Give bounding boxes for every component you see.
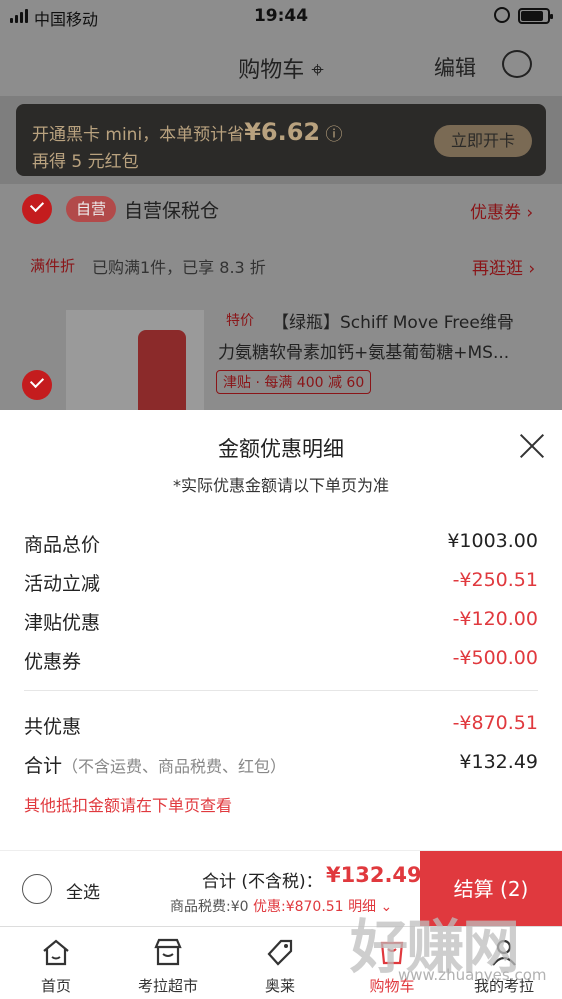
tab-supermarket[interactable]: 考拉超市 [112,927,224,999]
tab-label: 考拉超市 [137,977,198,995]
tab-label: 奥莱 [264,977,295,995]
product-title-line2[interactable]: 力氨糖软骨素加钙+氨基葡萄糖+MS... [218,338,548,363]
total-discount-value: -¥870.51 [452,712,538,734]
sheet-subtitle: *实际优惠金额请以下单页为准 [172,476,389,495]
discount-rule-tag: 满件折 [30,257,76,275]
nav-bar: 购物车 ⌖ 编辑 [0,34,562,96]
home-icon [43,939,69,966]
store-name[interactable]: 自营保税仓 [124,196,219,223]
select-all-label[interactable]: 全选 [66,878,100,903]
row-label: 优惠券 [24,651,82,673]
subtotal-row: 合计（不含运费、商品税费、红包） [24,751,286,778]
tab-outlet[interactable]: 奥莱 [224,927,336,999]
black-card-promo: 开通黑卡 mini，本单预计省¥6.62 ⓘ 再得 5 元红包 立即开卡 [16,104,546,176]
discount-detail-sheet: 金额优惠明细 *实际优惠金额请以下单页为准 商品总价 ¥1003.00 活动立减… [0,410,562,850]
promo-amount: ¥6.62 [244,118,321,146]
page-title: 购物车 ⌖ [0,52,562,84]
store-icon [154,938,182,966]
divider [24,690,538,691]
total-discount-label: 共优惠 [24,716,82,738]
promo-line2: 再得 5 元红包 [32,152,139,172]
tax-text: 商品税费:¥0 [170,899,249,915]
discount-rule-text: 已购满1件，已享 8.3 折 [92,258,266,277]
product-bottle-image [138,330,186,410]
store-checkbox[interactable] [22,194,52,224]
subtotal-note: （不含运费、商品税费、红包） [62,757,287,776]
special-price-badge: 特价 [226,313,254,329]
promo-line1: 开通黑卡 mini，本单预计省¥6.62 ⓘ [32,118,343,146]
shop-more-link[interactable]: 再逛逛 › [472,254,535,279]
other-deduction-note: 其他抵扣金额请在下单页查看 [24,796,233,815]
row-label: 津贴优惠 [24,612,101,634]
product-checkbox[interactable] [22,370,52,400]
watermark-url: www.zhuanyes.com [398,966,547,984]
row-label: 商品总价 [24,534,101,556]
status-bar: 中国移动 19:44 [0,0,562,34]
help-icon[interactable]: ⓘ [326,125,343,145]
row-label: 活动立减 [24,573,101,595]
self-operated-badge: 自营 [66,196,116,222]
product-title[interactable]: 【绿瓶】Schiff Move Free维骨 [272,308,542,338]
battery-level [521,11,544,21]
tab-label: 首页 [40,977,71,995]
page-title-text: 购物车 [238,58,305,83]
tab-home[interactable]: 首页 [0,927,112,999]
promo-prefix: 开通黑卡 mini，本单预计省 [32,125,245,145]
sheet-title: 金额优惠明细 [218,437,344,461]
select-all-checkbox[interactable] [22,874,52,904]
discount-text: 优惠:¥870.51 [252,899,344,915]
subtotal-label: 合计 [24,755,63,777]
alarm-icon [494,7,510,23]
row-value: -¥250.51 [452,569,538,591]
battery-icon [518,8,553,24]
row-value: ¥1003.00 [447,530,538,552]
close-icon[interactable] [518,432,546,460]
tag-icon [267,939,293,966]
allowance-tag: 津贴 · 每满 400 减 60 [216,370,372,394]
open-card-button[interactable]: 立即开卡 [434,125,532,157]
edit-button[interactable]: 编辑 [434,52,476,82]
clock: 19:44 [253,6,309,26]
total-value: ¥132.49 [326,863,422,887]
total-label: 合计 (不含税)： [202,872,323,892]
subtotal-value: ¥132.49 [459,751,538,773]
row-value: -¥120.00 [452,608,538,630]
message-icon[interactable] [502,50,532,78]
coupon-link[interactable]: 优惠券 › [470,198,533,223]
location-pin-icon[interactable]: ⌖ [311,58,323,83]
row-value: -¥500.00 [452,647,538,669]
